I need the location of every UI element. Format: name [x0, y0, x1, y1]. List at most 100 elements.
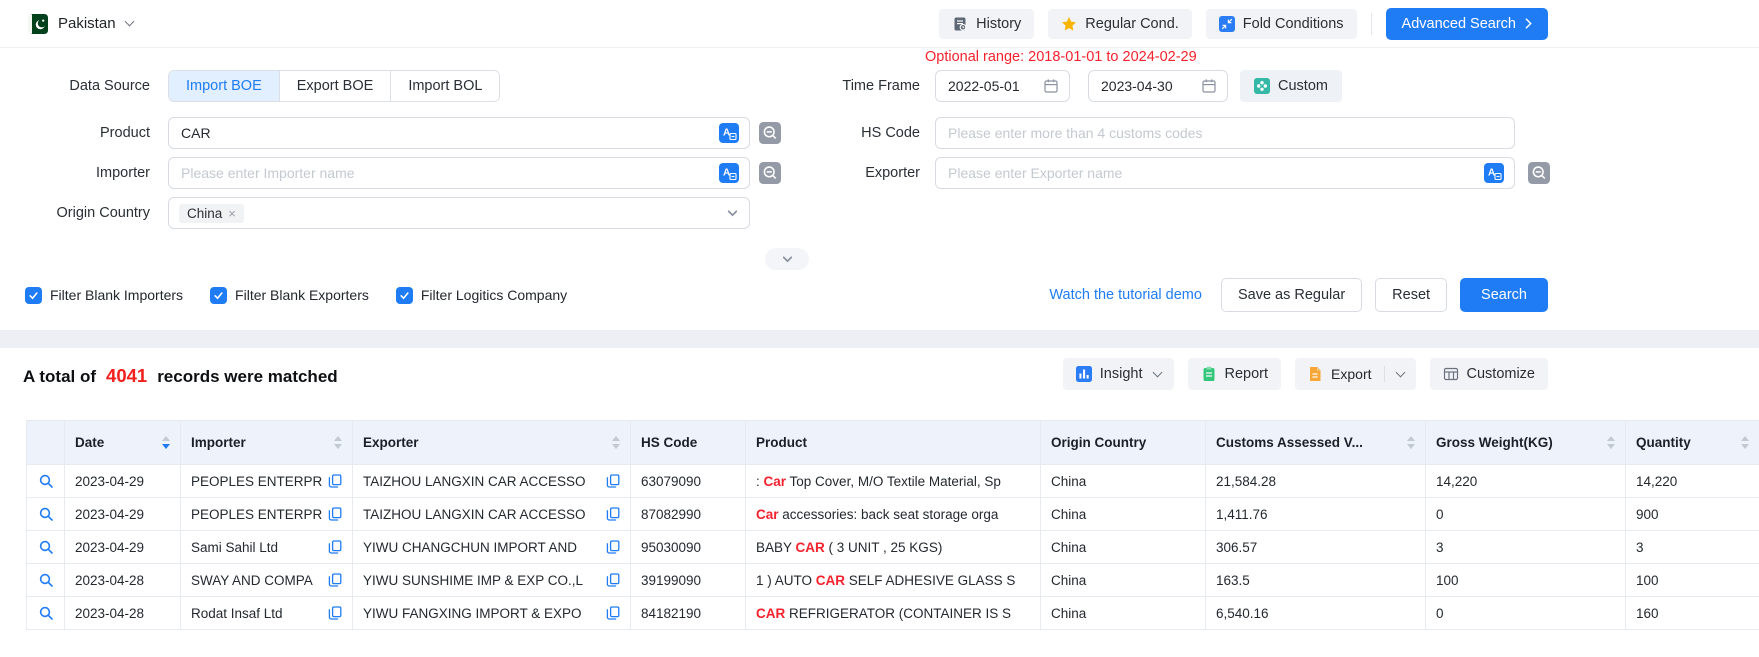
fold-conditions-button[interactable]: Fold Conditions: [1206, 9, 1357, 39]
origin-country-select[interactable]: China ×: [168, 197, 750, 229]
cell-customs-value: 21,584.28: [1206, 465, 1426, 498]
filter-blank-importers[interactable]: Filter Blank Importers: [25, 287, 183, 304]
view-detail-icon[interactable]: [37, 605, 54, 621]
export-button[interactable]: Export: [1295, 366, 1383, 382]
filter-logistics-company[interactable]: Filter Logitics Company: [396, 287, 567, 304]
hs-code-input[interactable]: [935, 117, 1515, 149]
sort-control[interactable]: [162, 436, 170, 449]
sort-control[interactable]: [1607, 436, 1615, 449]
search-button[interactable]: Search: [1460, 278, 1548, 312]
copy-icon[interactable]: [328, 573, 342, 587]
export-more-button[interactable]: [1385, 358, 1416, 390]
country-selector[interactable]: Pakistan: [28, 14, 133, 34]
exporter-value[interactable]: [946, 164, 1484, 182]
custom-range-button[interactable]: Custom: [1240, 70, 1342, 102]
sort-control[interactable]: [1741, 436, 1749, 449]
history-icon: [952, 16, 968, 32]
remove-tag-icon[interactable]: ×: [228, 206, 236, 221]
checkbox-checked-icon[interactable]: [210, 287, 227, 304]
end-date-input[interactable]: [1088, 70, 1228, 102]
cell-exporter: YIWU FANGXING IMPORT & EXPO: [353, 597, 631, 630]
copy-icon[interactable]: [606, 474, 620, 488]
cell-origin: China: [1041, 498, 1206, 531]
checkbox-checked-icon[interactable]: [396, 287, 413, 304]
cell-customs-value: 306.57: [1206, 531, 1426, 564]
cell-gross-weight: 3: [1426, 531, 1626, 564]
keyword-highlight: CAR: [816, 573, 845, 588]
column-exporter: Exporter: [353, 421, 631, 465]
sort-control[interactable]: [334, 436, 342, 449]
insight-button[interactable]: Insight: [1063, 358, 1174, 390]
cell-product: 1 ) AUTO CAR SELF ADHESIVE GLASS S: [746, 564, 1041, 597]
copy-icon[interactable]: [606, 606, 620, 620]
results-section: A total of 4041 records were matched Ins…: [0, 348, 1759, 657]
cell-product: CAR REFRIGERATOR (CONTAINER IS S: [746, 597, 1041, 630]
sort-control[interactable]: [612, 436, 620, 449]
table-row: 2023-04-29 PEOPLES ENTERPR TAIZHOU LANGX…: [27, 465, 1759, 498]
chevron-down-icon: [124, 17, 134, 27]
reset-button[interactable]: Reset: [1375, 278, 1447, 312]
view-detail-icon[interactable]: [37, 539, 54, 555]
copy-icon[interactable]: [328, 606, 342, 620]
cell-customs-value: 163.5: [1206, 564, 1426, 597]
calendar-icon[interactable]: [1201, 78, 1217, 94]
export-icon: [1307, 366, 1323, 382]
exclude-search-icon[interactable]: [1528, 162, 1550, 184]
copy-icon[interactable]: [328, 474, 342, 488]
importer-input[interactable]: [168, 157, 750, 189]
time-frame-label: Time Frame: [770, 70, 920, 102]
copy-icon[interactable]: [606, 573, 620, 587]
results-count: 4041: [106, 365, 147, 387]
copy-icon[interactable]: [328, 540, 342, 554]
copy-icon[interactable]: [606, 507, 620, 521]
tab-import-bol[interactable]: Import BOL: [390, 71, 499, 101]
cell-customs-value: 1,411.76: [1206, 498, 1426, 531]
star-icon: [1061, 16, 1077, 32]
tutorial-demo-link[interactable]: Watch the tutorial demo: [1049, 287, 1202, 303]
view-detail-icon[interactable]: [37, 506, 54, 522]
translate-icon[interactable]: [719, 163, 739, 183]
checkbox-checked-icon[interactable]: [25, 287, 42, 304]
start-date-input[interactable]: [935, 70, 1070, 102]
view-detail-icon[interactable]: [37, 473, 54, 489]
tab-export-boe[interactable]: Export BOE: [279, 71, 391, 101]
keyword-highlight: CAR: [756, 606, 785, 621]
column-gross-weight: Gross Weight(KG): [1426, 421, 1626, 465]
importer-value[interactable]: [179, 164, 719, 182]
sort-control[interactable]: [1407, 436, 1415, 449]
history-button[interactable]: History: [939, 9, 1034, 39]
origin-country-label: Origin Country: [0, 197, 150, 229]
translate-icon[interactable]: [1484, 163, 1504, 183]
view-detail-icon[interactable]: [37, 572, 54, 588]
keyword-highlight: Car: [756, 507, 779, 522]
product-input[interactable]: [168, 117, 750, 149]
collapse-conditions-toggle[interactable]: [765, 248, 809, 270]
column-product: Product: [746, 421, 1041, 465]
cell-gross-weight: 0: [1426, 597, 1626, 630]
keyword-highlight: CAR: [796, 540, 825, 555]
export-button-group: Export: [1295, 358, 1415, 390]
hs-code-value[interactable]: [946, 124, 1504, 142]
product-value[interactable]: [179, 124, 719, 142]
report-button[interactable]: Report: [1188, 358, 1282, 390]
calendar-icon[interactable]: [1043, 78, 1059, 94]
tab-import-boe[interactable]: Import BOE: [169, 71, 279, 101]
start-date-value[interactable]: [946, 77, 1043, 95]
cell-origin: China: [1041, 465, 1206, 498]
end-date-value[interactable]: [1099, 77, 1201, 95]
importer-label: Importer: [0, 157, 150, 189]
chevron-down-icon[interactable]: [726, 207, 739, 220]
chevron-down-icon: [1152, 367, 1162, 377]
translate-icon[interactable]: [719, 123, 739, 143]
copy-icon[interactable]: [606, 540, 620, 554]
data-source-label: Data Source: [0, 70, 150, 102]
regular-cond-button[interactable]: Regular Cond.: [1048, 9, 1192, 39]
column-date: Date: [65, 421, 181, 465]
advanced-search-button[interactable]: Advanced Search: [1386, 8, 1548, 40]
save-as-regular-button[interactable]: Save as Regular: [1221, 278, 1362, 312]
filter-blank-exporters[interactable]: Filter Blank Exporters: [210, 287, 369, 304]
copy-icon[interactable]: [328, 507, 342, 521]
data-source-tabs: Import BOE Export BOE Import BOL: [168, 70, 500, 102]
customize-button[interactable]: Customize: [1430, 358, 1549, 390]
exporter-input[interactable]: [935, 157, 1515, 189]
